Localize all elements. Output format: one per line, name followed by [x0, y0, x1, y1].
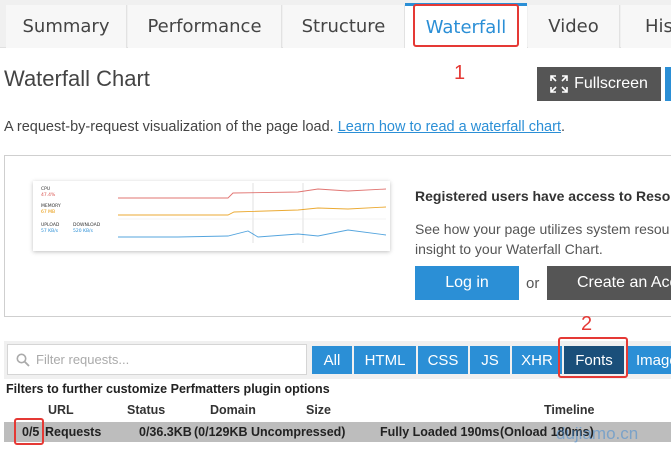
table-header: URL Status Domain Size Timeline: [4, 399, 671, 421]
resource-chart-thumbnail: CPU 47.4% MEMORY 67 MB UPLOAD 57 KB/s DO…: [33, 181, 390, 251]
partial-blue-button[interactable]: [665, 67, 671, 101]
filters-note: Filters to further customize Perfmatters…: [6, 382, 330, 396]
thumb-download-value: 520 KB/s: [73, 229, 93, 234]
create-account-button[interactable]: Create an Acc: [547, 266, 671, 300]
tab-summary-label: Summary: [22, 16, 110, 37]
promo-text: See how your page utilizes system resou …: [415, 219, 669, 259]
thumb-cpu-label: CPU: [41, 187, 51, 192]
col-timeline[interactable]: Timeline: [544, 403, 594, 417]
promo-heading: Registered users have access to Reso: [415, 188, 671, 204]
fullscreen-button[interactable]: Fullscreen: [537, 67, 661, 101]
fully-loaded-time: Fully Loaded 190ms: [380, 425, 500, 439]
fullscreen-label: Fullscreen: [574, 75, 648, 92]
filter-search[interactable]: [7, 344, 307, 375]
learn-waterfall-link[interactable]: Learn how to read a waterfall chart: [338, 119, 561, 135]
annotation-number-1: 1: [454, 62, 466, 84]
filter-requests-input[interactable]: [36, 352, 296, 367]
thumb-memory-label: MEMORY: [41, 204, 61, 209]
annotation-box-waterfall: [413, 4, 519, 47]
tab-history-label: His: [645, 16, 671, 37]
tab-bar: Summary Performance Structure Waterfall …: [0, 0, 671, 49]
page-description: A request-by-request visualization of th…: [4, 119, 565, 135]
page-title: Waterfall Chart: [4, 66, 150, 91]
promo-text-line2: insight to your Waterfall Chart.: [415, 241, 603, 257]
filter-html-button[interactable]: HTML: [354, 346, 416, 374]
thumb-download-label: DOWNLOAD: [73, 223, 101, 228]
description-text: A request-by-request visualization of th…: [4, 119, 334, 135]
tab-summary[interactable]: Summary: [6, 5, 127, 48]
annotation-number-2: 2: [581, 313, 593, 335]
filter-xhr-button[interactable]: XHR: [512, 346, 562, 374]
filter-js-button[interactable]: JS: [470, 346, 510, 374]
requests-label: Requests: [45, 425, 102, 439]
tab-history[interactable]: His: [621, 5, 671, 48]
expand-icon: [550, 75, 568, 93]
login-button[interactable]: Log in: [415, 266, 519, 300]
total-size: 0/36.3KB: [139, 425, 192, 439]
thumb-upload-label: UPLOAD: [41, 223, 60, 228]
col-url[interactable]: URL: [48, 403, 74, 417]
tab-video-label: Video: [548, 16, 599, 37]
col-status[interactable]: Status: [127, 403, 165, 417]
promo-text-line1: See how your page utilizes system resou: [415, 221, 670, 237]
or-label: or: [526, 275, 540, 292]
uncompressed-size: (0/129KB Uncompressed): [194, 425, 346, 439]
filter-css-button[interactable]: CSS: [418, 346, 468, 374]
thumb-memory-value: 67 MB: [41, 210, 56, 215]
col-domain[interactable]: Domain: [210, 403, 256, 417]
thumb-upload-value: 57 KB/s: [41, 229, 59, 234]
description-end: .: [560, 119, 566, 135]
tab-video[interactable]: Video: [528, 5, 620, 48]
annotation-box-count: [14, 418, 44, 445]
thumb-sparklines: [118, 183, 386, 243]
tab-structure-label: Structure: [301, 16, 386, 37]
thumb-cpu-value: 47.4%: [41, 193, 56, 198]
annotation-box-fonts: [558, 337, 628, 378]
registered-users-promo: CPU 47.4% MEMORY 67 MB UPLOAD 57 KB/s DO…: [4, 155, 671, 317]
watermark: dujiamo.cn: [556, 424, 639, 443]
search-icon: [16, 353, 30, 367]
filter-image-button[interactable]: Image: [626, 346, 671, 374]
tab-performance-label: Performance: [147, 16, 262, 37]
col-size[interactable]: Size: [306, 403, 331, 417]
tab-structure[interactable]: Structure: [283, 5, 405, 48]
tab-performance[interactable]: Performance: [128, 5, 282, 48]
filter-all-button[interactable]: All: [312, 346, 352, 374]
